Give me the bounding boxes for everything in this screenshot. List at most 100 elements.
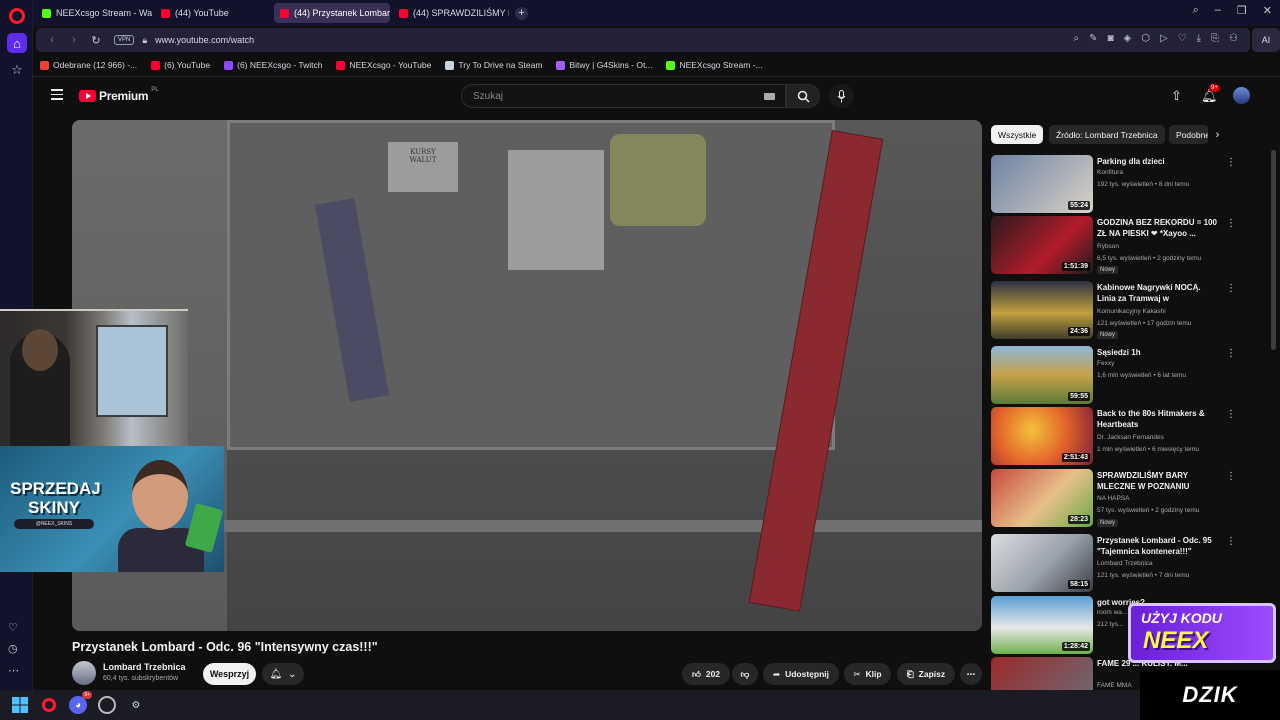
bookmark-item[interactable]: Try To Drive na Steam [445, 60, 542, 70]
back-icon[interactable]: ‹ [46, 34, 58, 46]
reload-icon[interactable]: ↻ [90, 34, 102, 47]
video-thumbnail[interactable]: 55:24 [991, 155, 1093, 213]
video-thumbnail[interactable]: 58:15 [991, 534, 1093, 592]
video-thumbnail[interactable]: 59:55 [991, 346, 1093, 404]
lock-icon[interactable]: 🔒︎ [142, 35, 147, 46]
more-icon[interactable]: ⋮ [1226, 348, 1236, 359]
bookmark-item[interactable]: NEEXcsgo - YouTube [336, 60, 431, 70]
youtube-icon [280, 8, 289, 18]
more-icon[interactable]: ⋮ [1226, 471, 1236, 482]
chevron-right-icon[interactable]: › [1208, 125, 1227, 144]
channel-avatar[interactable] [72, 661, 96, 685]
like-button[interactable]: 👍︎ 202 [682, 663, 730, 685]
history-icon[interactable]: ◷ [8, 642, 18, 655]
heart-icon[interactable]: ♡ [1178, 33, 1187, 44]
opera-logo-icon[interactable] [9, 8, 25, 24]
steam-icon [445, 60, 455, 70]
clip-button[interactable]: ✂ Klip [844, 663, 891, 685]
notifications-button[interactable]: 🔔︎ 9+ [1201, 84, 1220, 104]
more-icon[interactable]: ⋮ [1226, 283, 1236, 294]
download-icon[interactable]: ⤓ [1197, 33, 1201, 44]
recommendation-item[interactable]: 58:15 Przystanek Lombard - Odc. 95 "Taje… [991, 534, 1241, 592]
video-frame-object [610, 134, 706, 226]
video-thumbnail[interactable]: 1:28:42 [991, 596, 1093, 654]
video-thumbnail[interactable]: 1:51:39 [991, 216, 1093, 274]
chip-source[interactable]: Źródło: Lombard Trzebnica [1049, 125, 1165, 144]
cube-icon[interactable]: ⬡ [1141, 33, 1150, 44]
profile-icon[interactable]: ⚇ [1229, 33, 1238, 44]
recommendation-item[interactable]: 28:23 SPRAWDZILIŚMY BARY MLECZNE W POZNA… [991, 469, 1241, 527]
avatar[interactable] [1233, 87, 1250, 104]
join-button[interactable]: Wesprzyj [203, 663, 256, 685]
promo-figure-face [132, 460, 188, 530]
new-tab-button[interactable]: + [515, 6, 528, 20]
voice-search-button[interactable] [829, 84, 854, 108]
search-icon[interactable]: ⌕ [1073, 33, 1079, 44]
discord-icon[interactable]: ◕ 9+ [69, 691, 92, 714]
camera-icon[interactable]: ◙ [1107, 33, 1113, 44]
opera-icon[interactable] [40, 696, 58, 714]
aria-ai-button[interactable]: AI [1252, 28, 1280, 52]
forward-icon[interactable]: › [68, 34, 80, 46]
chip-similar[interactable]: Podobne [1169, 125, 1209, 144]
search-button[interactable] [786, 84, 820, 108]
more-actions-button[interactable]: ⋯ [960, 663, 982, 685]
video-thumbnail[interactable]: 2:51:43 [991, 407, 1093, 465]
more-icon[interactable]: ⋯ [8, 664, 19, 677]
shield-icon[interactable]: ◈ [1124, 33, 1132, 44]
scrollbar[interactable] [1271, 150, 1276, 350]
guide-menu-icon[interactable] [51, 89, 63, 103]
chip-all[interactable]: Wszystkie [991, 125, 1044, 144]
kick-icon [666, 60, 676, 70]
recommendation-item[interactable]: 59:55 Sąsiedzi 1h Fexxy 1,6 mln wyświetl… [991, 346, 1241, 404]
dislike-button[interactable]: 👎︎ [732, 663, 758, 685]
youtube-logo[interactable]: Premium PL [79, 87, 159, 103]
recommendation-item[interactable]: 24:36 Kabinowe Nagrywki NOCĄ. Linia za T… [991, 281, 1241, 339]
maximize-icon[interactable]: ❐ [1237, 4, 1247, 17]
promo-code-overlay: UŻYJ KODU NEEX [1128, 603, 1276, 663]
tab-neex-stream[interactable]: NEEXcsgo Stream - Watch [36, 3, 152, 23]
keyboard-icon[interactable] [764, 93, 775, 100]
tab-przystanek-lombard[interactable]: (44) Przystanek Lombard [274, 3, 390, 23]
search-input[interactable]: Szukaj [461, 84, 786, 108]
search-tabs-icon[interactable]: ⌕ [1193, 4, 1199, 17]
snapshot-icon[interactable]: ⎘ [1211, 33, 1219, 44]
windows-start-icon[interactable] [11, 696, 29, 714]
bookmark-item[interactable]: Odebrane (12 966) -... [40, 60, 137, 70]
more-icon[interactable]: ⋮ [1226, 218, 1236, 229]
video-sign: KURSY WALUT [388, 142, 458, 192]
minimize-icon[interactable]: – [1215, 4, 1221, 17]
edit-icon[interactable]: ✎ [1089, 33, 1097, 44]
tab-sprawdzilismy[interactable]: (44) SPRAWDZILIŚMY BAR [393, 3, 509, 23]
tab-youtube[interactable]: (44) YouTube [155, 3, 271, 23]
close-icon[interactable]: ✕ [1263, 4, 1272, 17]
more-icon[interactable]: ⋮ [1226, 536, 1236, 547]
steam-icon[interactable]: ⚙ [127, 696, 145, 714]
heart-icon[interactable]: ♡ [8, 621, 18, 634]
url-field[interactable]: www.youtube.com/watch [155, 35, 254, 45]
channel-name[interactable]: Lombard Trzebnica [103, 662, 186, 672]
more-icon[interactable]: ⋮ [1226, 157, 1236, 168]
video-thumbnail[interactable]: 28:23 [991, 469, 1093, 527]
star-icon[interactable]: ☆ [7, 60, 27, 80]
bookmark-item[interactable]: (6) NEEXcsgo - Twitch [224, 60, 322, 70]
bookmark-item[interactable]: (6) YouTube [151, 60, 210, 70]
subscribe-bell-button[interactable]: 🔔︎ ⌄ [262, 663, 304, 685]
recommendation-item[interactable]: 2:51:43 Back to the 80s Hitmakers & Hear… [991, 407, 1241, 465]
upload-icon[interactable]: ⇧ [1171, 88, 1182, 104]
vpn-badge[interactable]: VPN [114, 35, 135, 45]
bookmark-item[interactable]: NEEXcsgo Stream -... [666, 60, 763, 70]
bookmark-item[interactable]: Bitwy | G4Skins - Ot... [556, 60, 652, 70]
player-icon[interactable]: ▷ [1160, 33, 1168, 44]
obs-icon[interactable] [98, 696, 116, 714]
video-thumbnail[interactable] [991, 657, 1093, 690]
save-button[interactable]: ⎗ Zapisz [897, 663, 955, 685]
video-thumbnail[interactable]: 24:36 [991, 281, 1093, 339]
more-icon[interactable]: ⋮ [1226, 409, 1236, 420]
home-icon[interactable]: ⌂ [7, 33, 27, 53]
recommendation-item[interactable]: 55:24 Parking dla dzieci Konfitura 192 t… [991, 155, 1241, 213]
share-button[interactable]: ➦ Udostępnij [763, 663, 839, 685]
recommendation-item[interactable]: 1:51:39 GODZINA BEZ REKORDU = 100 ZŁ NA … [991, 216, 1241, 274]
mic-icon [837, 89, 846, 102]
new-badge: Nowy [1097, 266, 1119, 274]
